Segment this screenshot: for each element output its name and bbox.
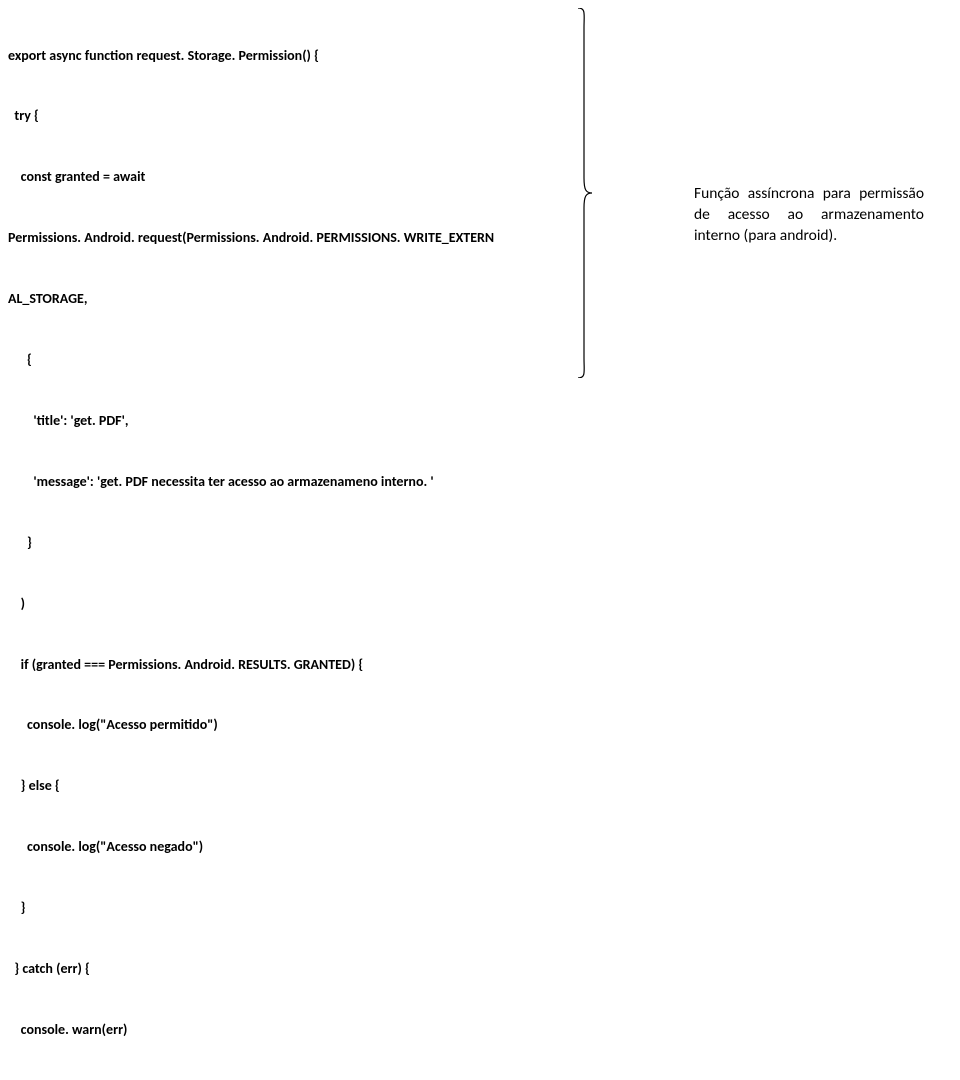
code-line: } xyxy=(8,898,558,918)
code-line: } catch (err) { xyxy=(8,959,558,979)
curly-brace-icon xyxy=(576,8,592,378)
code-line: if (granted === Permissions. Android. RE… xyxy=(8,655,558,675)
code-block: export async function request. Storage. … xyxy=(8,5,558,1080)
code-line: export async function request. Storage. … xyxy=(8,46,558,66)
code-line: } else { xyxy=(8,776,558,796)
code-line: console. warn(err) xyxy=(8,1020,558,1040)
code-line: } xyxy=(8,533,558,553)
code-line: Permissions. Android. request(Permission… xyxy=(8,228,558,248)
annotation-text: Função assíncrona para permissão de aces… xyxy=(694,184,924,247)
code-line: ) xyxy=(8,594,558,614)
code-line: console. log("Acesso permitido") xyxy=(8,715,558,735)
code-line: 'message': 'get. PDF necessita ter acess… xyxy=(8,472,558,492)
code-line: AL_STORAGE, xyxy=(8,289,558,309)
code-line: const granted = await xyxy=(8,167,558,187)
code-line: 'title': 'get. PDF', xyxy=(8,411,558,431)
code-line: try { xyxy=(8,106,558,126)
code-line: { xyxy=(8,350,558,370)
code-line: console. log("Acesso negado") xyxy=(8,837,558,857)
